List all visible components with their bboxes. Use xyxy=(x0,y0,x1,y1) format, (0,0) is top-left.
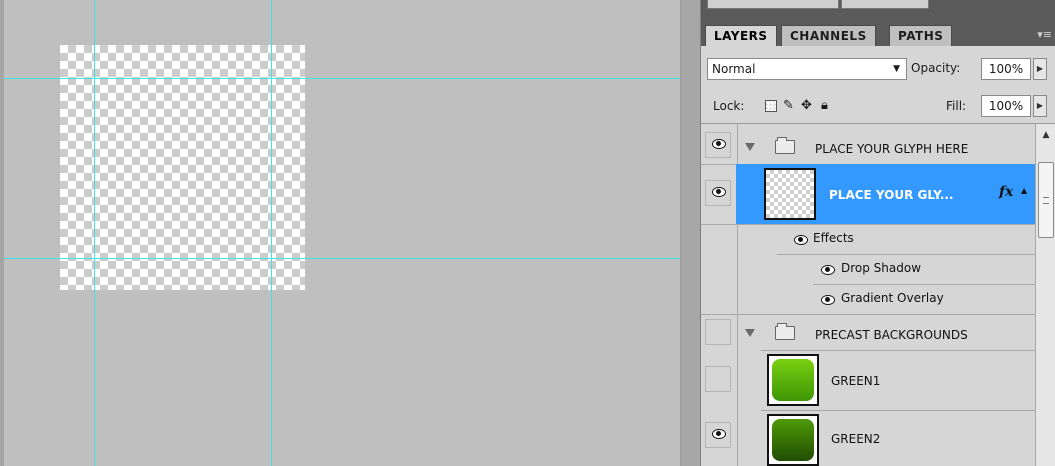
horizontal-guide-1[interactable] xyxy=(4,78,680,79)
green-swatch xyxy=(772,419,814,461)
eye-icon xyxy=(821,264,835,275)
panel-gutter xyxy=(680,0,700,466)
document-canvas[interactable] xyxy=(0,0,680,466)
tab-channels[interactable]: CHANNELS xyxy=(781,25,876,46)
visibility-toggle-group2[interactable] xyxy=(705,319,731,345)
effect-drop-shadow[interactable]: Drop Shadow xyxy=(841,261,921,275)
eye-icon xyxy=(821,294,835,305)
horizontal-guide-2[interactable] xyxy=(4,258,680,259)
layer-thumbnail-green2 xyxy=(767,414,819,466)
blend-mode-value: Normal xyxy=(712,62,756,76)
scroll-up-icon[interactable]: ▲ xyxy=(1036,124,1055,146)
collapse-effects-icon[interactable]: ▲ xyxy=(1021,186,1027,195)
grip-icon xyxy=(1043,197,1049,204)
opacity-slider-button[interactable]: ▶ xyxy=(1033,58,1047,80)
blend-row: Normal ▼ Opacity: 100% ▶ xyxy=(701,46,1055,88)
vertical-guide-2[interactable] xyxy=(271,0,272,466)
layer-name-group1[interactable]: PLACE YOUR GLYPH HERE xyxy=(815,142,968,156)
layer-list: PLACE YOUR GLYPH HERE PLACE YOUR GLY... … xyxy=(701,124,1035,466)
divider xyxy=(701,224,1035,225)
upper-tab-1[interactable] xyxy=(707,0,839,9)
visibility-toggle-selected-layer[interactable] xyxy=(705,180,731,206)
eye-icon xyxy=(794,234,808,245)
eye-icon xyxy=(712,186,726,197)
layer-thumbnail xyxy=(764,168,816,220)
opacity-input[interactable]: 100% xyxy=(981,58,1031,80)
visibility-toggle-green2[interactable] xyxy=(705,422,731,448)
scrollbar-thumb[interactable] xyxy=(1038,162,1054,238)
divider xyxy=(701,314,1035,315)
eye-icon xyxy=(712,428,726,439)
visibility-toggle-group1[interactable] xyxy=(705,132,731,158)
drop-shadow-visibility-toggle[interactable] xyxy=(821,264,835,275)
expand-triangle-icon[interactable] xyxy=(745,329,755,337)
folder-icon xyxy=(775,137,795,154)
lock-row: Lock: ✎ ✥ 🔒︎ Fill: 100% ▶ xyxy=(701,88,1055,124)
lock-image-pixels-icon[interactable]: ✎ xyxy=(783,99,794,113)
layer-list-scrollbar[interactable]: ▲ xyxy=(1035,124,1055,466)
divider xyxy=(813,284,1035,285)
layer-thumbnail-green1 xyxy=(767,354,819,406)
green-swatch xyxy=(772,359,814,401)
opacity-label: Opacity: xyxy=(911,61,961,75)
tab-paths[interactable]: PATHS xyxy=(889,25,953,46)
tab-layers[interactable]: LAYERS xyxy=(705,25,777,46)
visibility-toggle-green1[interactable] xyxy=(705,366,731,392)
fx-icon[interactable]: fx xyxy=(999,184,1013,200)
lock-all-icon[interactable]: 🔒︎ xyxy=(821,99,828,113)
lock-position-icon[interactable]: ✥ xyxy=(801,99,812,113)
chevron-down-icon: ▼ xyxy=(893,64,900,74)
layer-name-group2[interactable]: PRECAST BACKGROUNDS xyxy=(815,328,968,342)
effects-label[interactable]: Effects xyxy=(813,231,854,245)
divider xyxy=(777,254,1035,255)
layer-name-green1[interactable]: GREEN1 xyxy=(831,374,880,388)
expand-triangle-icon[interactable] xyxy=(745,143,755,151)
upper-tab-2[interactable] xyxy=(841,0,929,9)
divider xyxy=(761,350,1035,351)
vertical-guide-1[interactable] xyxy=(94,0,95,466)
layers-panel: LAYERS CHANNELS PATHS ▾≡ Normal ▼ Opacit… xyxy=(700,0,1055,466)
blend-mode-select[interactable]: Normal ▼ xyxy=(707,58,907,80)
transparent-document[interactable] xyxy=(60,45,305,290)
fill-slider-button[interactable]: ▶ xyxy=(1033,95,1047,117)
eye-icon xyxy=(712,138,726,149)
layer-name-selected[interactable]: PLACE YOUR GLY... xyxy=(829,188,954,202)
divider xyxy=(761,410,1035,411)
upper-panel-tabs xyxy=(701,0,1055,16)
canvas-left-edge xyxy=(0,0,4,466)
fill-label: Fill: xyxy=(946,99,967,113)
divider xyxy=(737,224,738,314)
panel-tab-bar: LAYERS CHANNELS PATHS ▾≡ xyxy=(701,16,1055,46)
layer-name-green2[interactable]: GREEN2 xyxy=(831,432,880,446)
folder-icon xyxy=(775,323,795,340)
divider xyxy=(737,124,738,164)
effect-gradient-overlay[interactable]: Gradient Overlay xyxy=(841,291,944,305)
fill-input[interactable]: 100% xyxy=(981,95,1031,117)
gradient-overlay-visibility-toggle[interactable] xyxy=(821,294,835,305)
lock-label: Lock: xyxy=(713,99,745,113)
divider xyxy=(737,314,738,466)
panel-menu-icon[interactable]: ▾≡ xyxy=(1037,28,1052,41)
lock-transparent-pixels-icon[interactable] xyxy=(765,100,777,112)
effects-visibility-toggle[interactable] xyxy=(794,234,808,245)
